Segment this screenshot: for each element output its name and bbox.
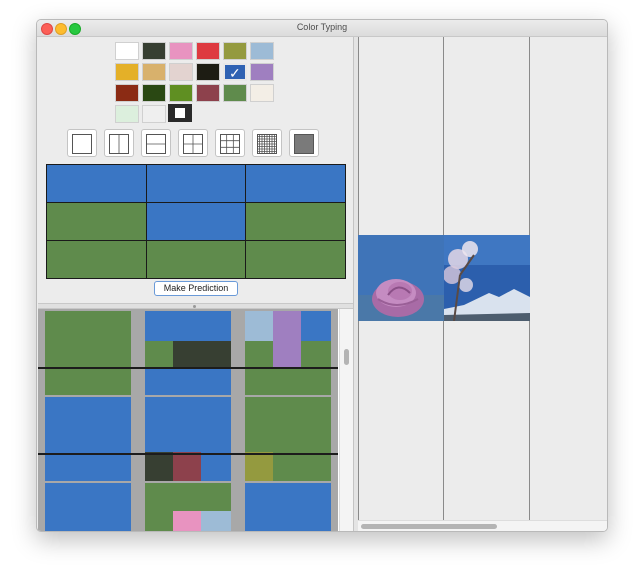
grid-3x3-button[interactable]	[215, 129, 245, 157]
grid-1x1-icon	[72, 134, 92, 154]
color-swatch[interactable]	[223, 84, 247, 102]
mosaic-cell[interactable]	[46, 202, 147, 241]
color-swatch[interactable]	[142, 42, 166, 60]
mosaic-cell[interactable]	[245, 202, 346, 241]
mosaic-cell[interactable]	[46, 240, 147, 279]
result-tile[interactable]	[45, 483, 131, 531]
result-tile[interactable]	[45, 397, 131, 481]
color-block	[245, 452, 273, 481]
grid-2x1-icon	[146, 134, 166, 154]
scroll-thumb[interactable]	[344, 349, 349, 365]
app-window: Color Typing ✓ Make Prediction	[36, 19, 608, 532]
result-tile[interactable]	[45, 311, 131, 395]
mosaic-cell[interactable]	[145, 240, 247, 279]
result-tile[interactable]	[245, 483, 331, 531]
color-block	[173, 452, 201, 481]
image-results-pane	[358, 37, 607, 531]
make-prediction-button[interactable]: Make Prediction	[154, 281, 238, 296]
color-swatch[interactable]: ✓	[223, 63, 247, 81]
left-pane: ✓ Make Prediction	[38, 37, 353, 531]
color-swatch[interactable]	[196, 42, 220, 60]
color-block	[245, 483, 331, 531]
grid-1x2-icon	[109, 134, 129, 154]
color-block	[201, 511, 231, 531]
vertical-scrollbar[interactable]	[339, 309, 353, 531]
color-swatch[interactable]	[115, 84, 139, 102]
color-swatch[interactable]	[115, 105, 139, 123]
result-tile[interactable]	[245, 311, 331, 395]
color-swatch[interactable]	[223, 42, 247, 60]
color-swatch[interactable]	[169, 63, 193, 81]
mosaic-cell[interactable]	[245, 164, 346, 203]
grid-fine-icon	[257, 134, 277, 154]
grid-solid-icon	[294, 134, 314, 154]
color-block	[245, 311, 273, 341]
black-white-swatch[interactable]	[168, 104, 192, 122]
grid-1x2-button[interactable]	[104, 129, 134, 157]
grid-fine-button[interactable]	[252, 129, 282, 157]
color-swatch[interactable]	[115, 63, 139, 81]
color-block	[145, 341, 173, 368]
color-swatch[interactable]	[196, 84, 220, 102]
color-swatch[interactable]	[142, 63, 166, 81]
mosaic-cell[interactable]	[145, 164, 247, 203]
mosaic-cell[interactable]	[46, 164, 147, 203]
result-tile[interactable]	[145, 483, 231, 531]
row-divider	[38, 453, 338, 455]
cherry-blossom-mountain-photo[interactable]	[444, 235, 530, 321]
color-swatch[interactable]	[250, 63, 274, 81]
grid-2x1-button[interactable]	[141, 129, 171, 157]
mosaic-cell[interactable]	[145, 202, 247, 241]
color-swatch[interactable]	[250, 42, 274, 60]
color-editor: ✓ Make Prediction	[38, 37, 353, 303]
grid-solid-button[interactable]	[289, 129, 319, 157]
color-block	[301, 311, 331, 341]
grid-2x2-icon	[183, 134, 203, 154]
color-block	[45, 483, 131, 531]
result-tile[interactable]	[145, 311, 231, 395]
color-swatch[interactable]	[250, 84, 274, 102]
color-swatch[interactable]	[169, 84, 193, 102]
grid-3x3-icon	[220, 134, 240, 154]
color-swatch[interactable]	[142, 105, 166, 123]
row-divider	[38, 367, 338, 369]
horizontal-scrollbar[interactable]	[358, 520, 607, 531]
color-block	[45, 397, 131, 481]
title-bar: Color Typing	[37, 20, 607, 37]
color-block	[173, 511, 201, 531]
checkmark-icon: ✓	[229, 65, 241, 81]
color-swatch[interactable]	[142, 84, 166, 102]
color-block	[145, 452, 173, 481]
color-mosaic-canvas[interactable]	[46, 164, 346, 279]
grid-2x2-button[interactable]	[178, 129, 208, 157]
scroll-thumb[interactable]	[361, 524, 497, 529]
color-swatch[interactable]	[196, 63, 220, 81]
pink-rose-photo[interactable]	[358, 235, 444, 321]
color-block	[173, 341, 231, 368]
window-title: Color Typing	[296, 22, 348, 32]
results-grid	[38, 309, 353, 531]
mosaic-cell[interactable]	[245, 240, 346, 279]
color-swatch[interactable]	[169, 42, 193, 60]
grid-1x1-button[interactable]	[67, 129, 97, 157]
color-swatch[interactable]	[115, 42, 139, 60]
color-block	[45, 311, 131, 395]
color-block	[273, 311, 301, 368]
result-tile[interactable]	[145, 397, 231, 481]
result-tile[interactable]	[245, 397, 331, 481]
